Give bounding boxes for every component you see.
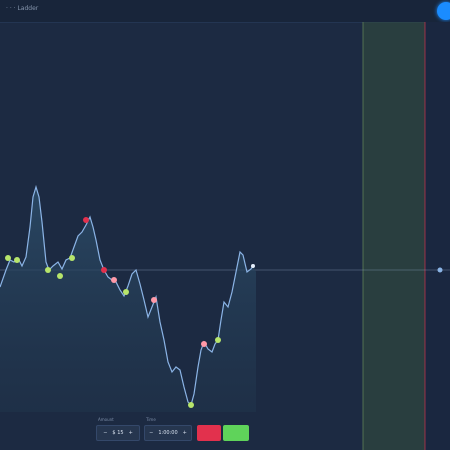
amount-caption: Amount xyxy=(98,417,114,422)
last-price-dot xyxy=(251,264,255,268)
amount-field[interactable]: − $ 15 + xyxy=(96,425,140,441)
price-chart[interactable] xyxy=(0,22,450,450)
trade-marker-up xyxy=(215,337,221,343)
price-tag-dot xyxy=(437,267,443,273)
trade-marker-down xyxy=(201,341,207,347)
trade-marker-up xyxy=(188,402,194,408)
user-avatar-icon[interactable] xyxy=(437,2,450,20)
trade-marker-down xyxy=(101,267,107,273)
expiry-zone xyxy=(363,22,425,450)
amount-value: $ 15 xyxy=(112,430,124,436)
time-caption: Time xyxy=(146,417,156,422)
trade-marker-up xyxy=(45,267,51,273)
plus-icon[interactable]: + xyxy=(129,430,133,436)
top-bar: · · · Ladder xyxy=(0,0,450,23)
time-field[interactable]: − 1:00:00 + xyxy=(144,425,192,441)
minus-icon[interactable]: − xyxy=(149,430,153,436)
down-button[interactable] xyxy=(197,425,221,441)
trade-marker-up xyxy=(123,289,129,295)
minus-icon[interactable]: − xyxy=(103,430,107,436)
plus-icon[interactable]: + xyxy=(183,430,187,436)
trade-marker-down xyxy=(83,217,89,223)
trade-marker-up xyxy=(14,257,20,263)
trade-marker-up xyxy=(69,255,75,261)
up-button[interactable] xyxy=(223,425,249,441)
app-title: · · · Ladder xyxy=(6,5,39,12)
price-area xyxy=(0,187,256,412)
trade-marker-down xyxy=(111,277,117,283)
time-value: 1:00:00 xyxy=(158,430,178,436)
trade-marker-up xyxy=(57,273,63,279)
trade-marker-up xyxy=(5,255,11,261)
trade-marker-down xyxy=(151,297,157,303)
